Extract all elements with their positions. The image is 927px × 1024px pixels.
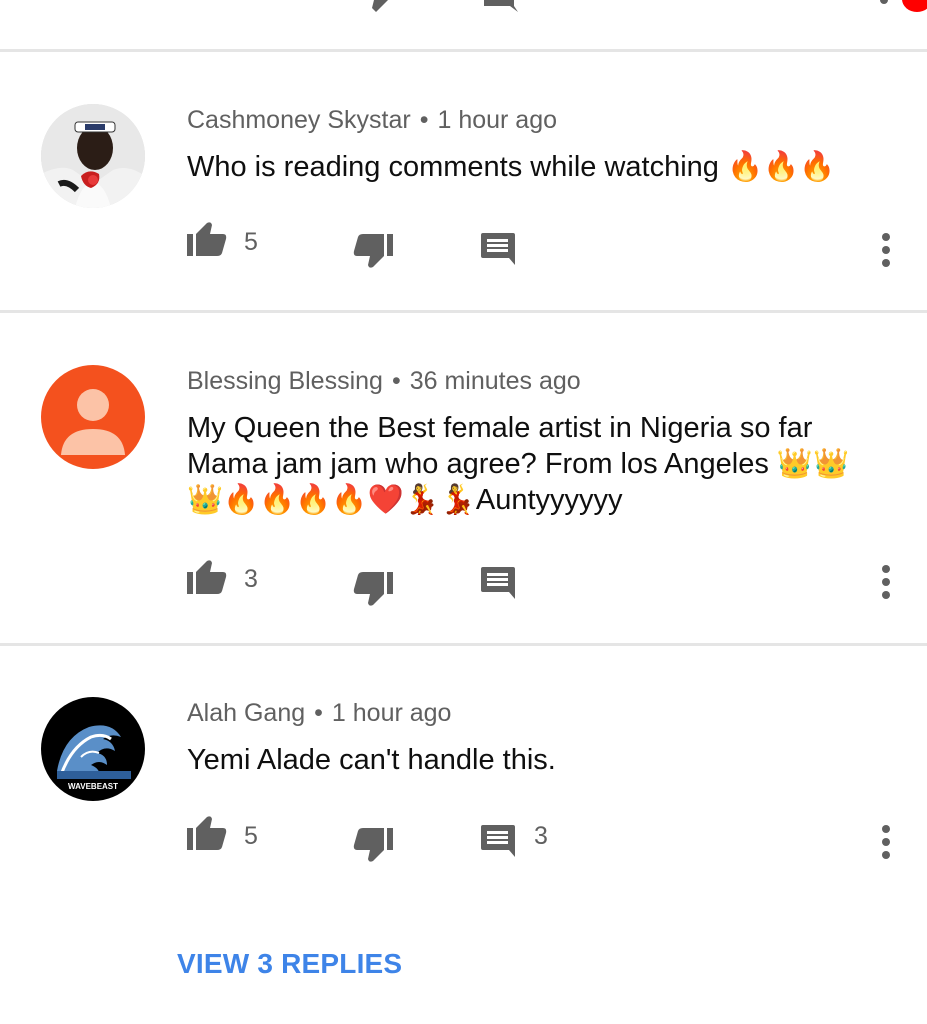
avatar[interactable] xyxy=(41,365,145,469)
comment-meta: Cashmoney Skystar • 1 hour ago xyxy=(187,105,557,135)
comment-meta: Blessing Blessing • 36 minutes ago xyxy=(187,366,581,396)
more-options-icon[interactable] xyxy=(873,564,899,602)
reply-icon[interactable] xyxy=(482,0,518,14)
comment-meta: Alah Gang • 1 hour ago xyxy=(187,698,451,728)
comment-actions: 5 xyxy=(0,222,927,272)
meta-separator: • xyxy=(314,699,323,727)
author-name[interactable]: Blessing Blessing xyxy=(187,367,383,395)
comment-item: Cashmoney Skystar • 1 hour ago Who is read… xyxy=(0,52,927,310)
like-count: 5 xyxy=(244,228,258,256)
comment-time: 1 hour ago xyxy=(331,699,452,727)
thumb-down-icon[interactable] xyxy=(353,826,393,862)
more-icon[interactable] xyxy=(880,0,888,4)
thumb-up-icon[interactable] xyxy=(187,222,227,258)
comment-text: Yemi Alade can't handle this. xyxy=(187,744,556,776)
comment-actions: 5 3 xyxy=(0,816,927,866)
avatar[interactable] xyxy=(41,104,145,208)
reply-icon[interactable] xyxy=(480,566,516,600)
more-options-icon[interactable] xyxy=(873,232,899,270)
view-replies-link[interactable]: VIEW 3 REPLIES xyxy=(177,948,402,980)
thumb-down-icon[interactable] xyxy=(353,232,393,268)
comment-time: 1 hour ago xyxy=(437,106,558,134)
thumb-down-icon[interactable] xyxy=(353,570,393,606)
avatar[interactable]: WAVEBEAST xyxy=(41,697,145,801)
reply-icon[interactable] xyxy=(480,232,516,266)
thumb-up-icon[interactable] xyxy=(187,560,227,596)
avatar-logo-text: WAVEBEAST xyxy=(68,782,118,791)
more-options-icon[interactable] xyxy=(873,824,899,862)
previous-comment-actions xyxy=(0,0,927,50)
author-name[interactable]: Cashmoney Skystar xyxy=(187,106,411,134)
thumb-down-icon[interactable] xyxy=(362,0,402,14)
reply-count: 3 xyxy=(534,822,548,850)
comment-text: My Queen the Best female artist in Niger… xyxy=(187,412,850,516)
comment-text: Who is reading comments while watching 🔥… xyxy=(187,151,836,183)
author-name[interactable]: Alah Gang xyxy=(187,699,305,727)
reply-icon[interactable] xyxy=(480,824,516,858)
comment-item: Blessing Blessing • 36 minutes ago My Quee… xyxy=(0,313,927,643)
comment-time: 36 minutes ago xyxy=(409,367,581,395)
meta-separator: • xyxy=(419,106,429,134)
notification-badge xyxy=(902,0,927,12)
comment-actions: 3 xyxy=(0,560,927,610)
like-count: 3 xyxy=(244,565,258,593)
like-count: 5 xyxy=(244,822,258,850)
meta-separator: • xyxy=(391,367,401,395)
thumb-up-icon[interactable] xyxy=(187,816,227,852)
comment-item: WAVEBEAST Alah Gang • 1 hour ago Yemi Alad… xyxy=(0,646,927,1024)
